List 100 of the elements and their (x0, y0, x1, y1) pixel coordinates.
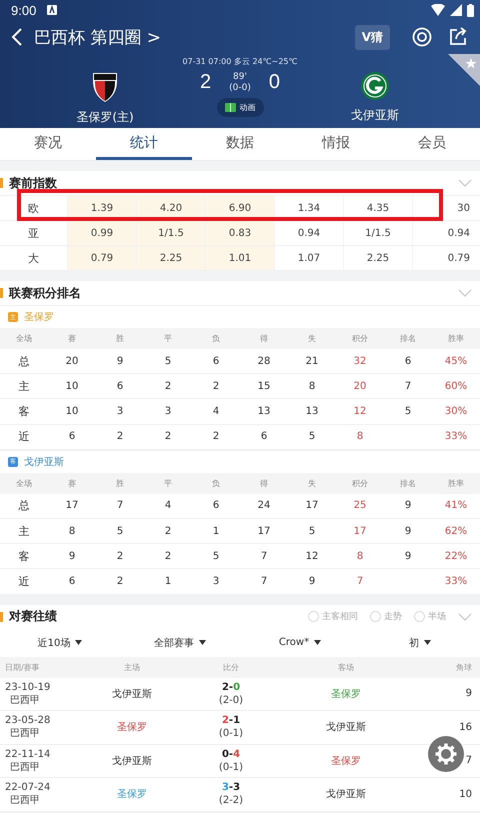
column-header: 胜率 (447, 333, 465, 345)
table-cell-text: 0.94 (446, 226, 471, 240)
table-cell-text: 0.79 (446, 252, 471, 266)
favorite-corner-icon[interactable] (448, 54, 480, 86)
column-header: 得 (259, 478, 269, 490)
table-cell-text: 1 (212, 524, 220, 539)
table-cell: 1/1.5 (137, 221, 206, 245)
column-header: 全场 (15, 333, 33, 345)
table-cell-text: 7 (404, 380, 412, 394)
tab[interactable]: 赛况 (0, 128, 96, 160)
tab[interactable]: 情报 (288, 128, 384, 160)
table-cell-text: 5 (116, 524, 124, 539)
caret-icon (75, 640, 82, 645)
table-cell-text: 10 (459, 788, 472, 802)
table-cell-text: 近 (18, 429, 30, 446)
table-cell-text: 7 (260, 574, 268, 589)
table-cell-text: 3 (164, 404, 172, 419)
league-title[interactable]: 巴西杯 第四圈 > (34, 26, 162, 48)
table-cell-text: 6 (68, 574, 76, 589)
table-cell-text: 33% (444, 574, 468, 589)
share-icon[interactable] (448, 27, 468, 47)
section-title: 赛前指数 (9, 174, 57, 192)
round-logo-icon (360, 71, 390, 101)
table-cell-text: 主 (18, 378, 30, 395)
league-name: 巴西甲 (10, 794, 40, 808)
match-minute: 89' (233, 72, 247, 82)
animation-button[interactable]: 动画 (216, 98, 264, 117)
guess-button[interactable]: V猜 (354, 24, 390, 50)
table-cell-text: 6 (212, 499, 220, 514)
settings-icon (435, 743, 457, 765)
table-cell: 2.25 (137, 246, 206, 270)
filter-dropdown[interactable]: 近10场 (0, 628, 120, 656)
table-cell-text: 7 (356, 574, 364, 589)
section-marker (0, 178, 3, 188)
half-score: (0-1) (218, 727, 244, 740)
column-header: 得 (259, 333, 269, 345)
team-name: 戈伊亚斯 (351, 107, 399, 124)
target-icon[interactable] (412, 27, 432, 47)
filter-dropdown[interactable]: Crow* (240, 628, 360, 656)
back-icon[interactable] (10, 27, 24, 47)
table-cell-text: 5 (308, 430, 316, 444)
away-score: 0 (268, 71, 280, 94)
table-cell-text: 7 (260, 550, 268, 564)
team-name: 圣保罗 (116, 788, 148, 802)
wifi-icon (431, 4, 445, 16)
table-cell: 0.79 (68, 246, 137, 270)
table-cell-text: 2 (164, 524, 172, 539)
tab[interactable]: 数据 (192, 128, 288, 160)
table-cell-text: 45% (444, 354, 468, 369)
table-cell-text: 9 (404, 499, 412, 514)
home-score: 2 (200, 71, 212, 94)
table-cell-text: 6 (212, 354, 220, 369)
team-name: 圣保罗(主) (76, 109, 134, 126)
column-header: 失 (307, 478, 317, 490)
table-cell-text: 7 (466, 754, 472, 768)
tab[interactable]: 统计 (96, 128, 192, 160)
column-header: 失 (307, 333, 317, 345)
table-cell-text: 8 (308, 380, 316, 394)
table-cell-text: 13 (304, 404, 320, 419)
status-time: 9:00 (11, 2, 36, 18)
column-header: 负 (211, 478, 221, 490)
table-cell-text: 8 (356, 550, 364, 564)
table-cell-text: 6 (260, 430, 268, 444)
table-cell-text: 2 (212, 430, 220, 444)
table-cell-text: 4 (212, 404, 220, 419)
table-cell-text: 5 (404, 404, 412, 419)
table-cell-text: 33% (444, 430, 468, 444)
table-cell-text: 主 (18, 524, 30, 540)
table-cell-text: 17 (352, 524, 368, 539)
table-cell-text: 9 (404, 550, 412, 564)
table-cell-text: 近 (18, 574, 30, 590)
match-score: 3-3 (222, 781, 240, 794)
column-header: 客场 (337, 662, 355, 674)
table-cell-text: 6 (116, 380, 124, 394)
table-cell-text: 总 (18, 354, 30, 370)
column-header: 胜率 (447, 478, 465, 490)
half-score: (0-0) (229, 82, 251, 94)
table-cell: 0.83 (206, 221, 275, 245)
table-cell-text: 20 (64, 354, 80, 369)
filter-dropdown[interactable]: 初 (360, 628, 480, 656)
column-header: 平 (163, 333, 173, 345)
tab[interactable]: 会员 (384, 128, 480, 160)
table-cell-text: 21 (304, 354, 320, 369)
column-header: 平 (163, 478, 173, 490)
column-header: 角球 (456, 662, 472, 674)
table-cell-text: 4 (164, 499, 172, 514)
table-cell-text: 9 (116, 354, 124, 369)
table-cell-text: 客 (18, 548, 30, 565)
table-cell-text: 客 (18, 404, 30, 420)
caret-icon (199, 640, 206, 645)
caret-icon (424, 640, 431, 645)
column-header: 赛 (67, 478, 77, 490)
table-cell-text: 41% (444, 499, 468, 514)
match-date: 23-05-28 (5, 714, 50, 728)
table-cell-text: 16 (459, 720, 472, 735)
column-header: 负 (211, 333, 221, 345)
column-header: 胜 (115, 333, 125, 345)
table-cell: 1/1.5 (344, 221, 413, 245)
column-header: 积分 (351, 333, 369, 345)
filter-dropdown[interactable]: 全部赛事 (120, 628, 240, 656)
